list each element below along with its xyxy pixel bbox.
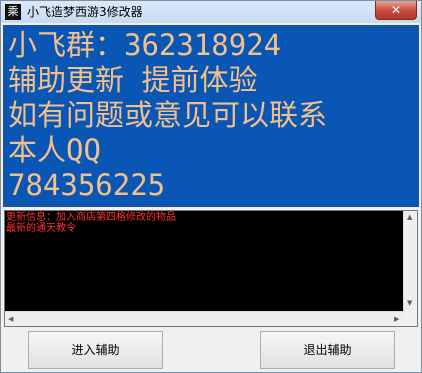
update-log[interactable]: 更新信息：加入商店第四格修改的物品 最新的通天教令 ▲ ▼ ◀ ▶ [4, 210, 418, 327]
window-title: 小飞造梦西游3修改器 [27, 5, 143, 19]
vertical-scrollbar[interactable]: ▲ ▼ [403, 211, 417, 311]
title-bar[interactable]: 乘 小飞造梦西游3修改器 ✕ [1, 1, 421, 23]
banner-line: 如有问题或意见可以联系 [8, 98, 328, 132]
log-line: 更新信息：加入商店第四格修改的物品 [6, 212, 176, 223]
exit-assist-button[interactable]: 退出辅助 [260, 331, 395, 369]
banner-line: 小飞群：362318924 [8, 28, 282, 62]
scrollbar-corner [403, 311, 417, 326]
horizontal-scrollbar[interactable]: ◀ ▶ [5, 311, 405, 326]
banner-line: 辅助更新 提前体验 [8, 63, 258, 97]
close-button[interactable]: ✕ [375, 1, 417, 20]
enter-assist-button[interactable]: 进入辅助 [28, 331, 163, 369]
banner-line: 本人QQ [8, 133, 101, 167]
log-line: 最新的通天教令 [6, 223, 76, 234]
scroll-down-icon[interactable]: ▼ [407, 299, 412, 307]
scroll-left-icon[interactable]: ◀ [8, 315, 13, 323]
scroll-right-icon[interactable]: ▶ [394, 315, 399, 323]
banner-line: 784356225 [8, 168, 166, 202]
app-icon: 乘 [5, 4, 21, 20]
info-banner: 小飞群：362318924 辅助更新 提前体验 如有问题或意见可以联系 本人QQ… [3, 25, 419, 207]
scroll-up-icon[interactable]: ▲ [407, 213, 412, 221]
main-window: 乘 小飞造梦西游3修改器 ✕ 小飞群：362318924 辅助更新 提前体验 如… [0, 0, 422, 373]
